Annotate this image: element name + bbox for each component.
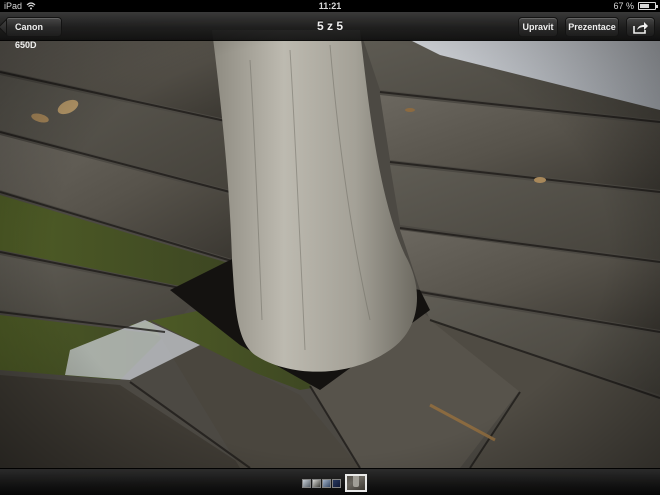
slideshow-button[interactable]: Prezentace [565,17,619,37]
filmstrip-thumbnail[interactable] [332,478,341,488]
status-right: 67 % [456,0,658,12]
device-label: iPad [4,1,23,11]
filmstrip-thumbnail[interactable] [322,478,331,488]
nav-bar: Canon 650D 5 z 5 Upravit Prezentace [0,12,660,50]
photo-viewer-screen: iPad 11:21 67 % Canon 650D 5 z 5 Upravit… [0,0,660,495]
filmstrip-thumbnail-current[interactable] [345,474,367,492]
edit-button[interactable]: Upravit [518,17,558,37]
photo-counter-title: 5 z 5 [316,19,343,33]
photo[interactable] [0,0,660,495]
status-time: 11:21 [318,1,342,11]
filmstrip-thumbnail[interactable] [312,478,321,488]
battery-level [640,4,650,8]
status-bar: iPad 11:21 67 % [0,0,660,12]
filmstrip-bar [0,468,660,495]
filmstrip[interactable] [302,474,367,492]
status-left: iPad [4,0,204,12]
share-icon [633,22,648,34]
wifi-icon [26,2,36,10]
back-button[interactable]: Canon 650D [6,17,62,50]
battery-icon [638,2,658,10]
share-button[interactable] [626,17,655,37]
battery-percent: 67 % [613,1,634,11]
filmstrip-thumbnail[interactable] [302,478,311,488]
